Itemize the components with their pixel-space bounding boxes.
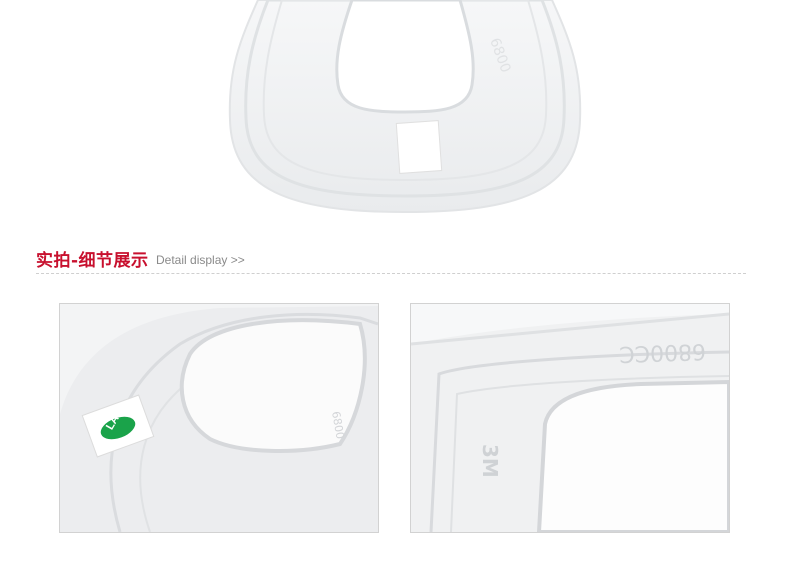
gasket-detail-label-image: LA 6800 xyxy=(60,304,378,532)
section-subtitle: Detail display >> xyxy=(156,253,245,267)
dashed-divider xyxy=(36,273,746,274)
section-header: 实拍-细节展示 Detail display >> xyxy=(36,246,746,274)
gasket-illustration: 6800 xyxy=(228,0,582,214)
engraving-side: 3M xyxy=(478,444,502,478)
product-hero-image: 6800 xyxy=(0,0,790,230)
section-title: 实拍-细节展示 xyxy=(36,251,149,271)
detail-photo-left: LA 6800 xyxy=(59,303,379,533)
gasket-detail-markings-image: 6800CC 3M xyxy=(411,304,729,532)
engraving-top: 6800CC xyxy=(619,338,707,366)
detail-photo-right: 6800CC 3M xyxy=(410,303,730,533)
